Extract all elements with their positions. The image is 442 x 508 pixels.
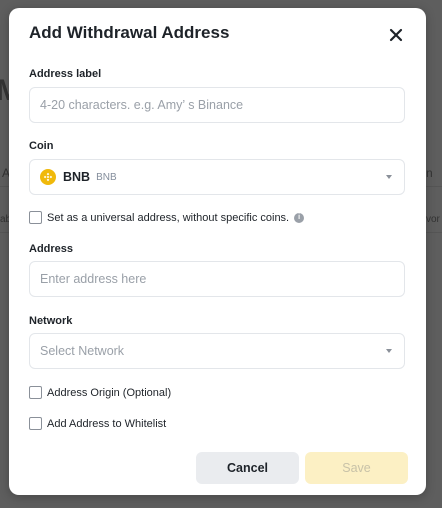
- address-origin-text: Address Origin (Optional): [47, 386, 172, 399]
- bnb-coin-icon: [40, 169, 56, 185]
- address-origin-option[interactable]: Address Origin (Optional): [29, 386, 171, 399]
- network-select[interactable]: Select Network: [29, 333, 405, 369]
- chevron-down-icon: [386, 349, 392, 353]
- address-field[interactable]: [29, 261, 405, 297]
- address-label: Address: [29, 243, 74, 255]
- address-label-input[interactable]: [30, 98, 404, 112]
- modal-title: Add Withdrawal Address: [29, 23, 230, 42]
- close-button[interactable]: [385, 24, 407, 46]
- address-label-label: Address label: [29, 68, 102, 80]
- background-text: vor: [426, 214, 440, 225]
- coin-select[interactable]: BNB BNB: [29, 159, 405, 195]
- coin-symbol: BNB: [63, 170, 91, 184]
- cancel-button[interactable]: Cancel: [196, 452, 299, 484]
- network-placeholder: Select Network: [40, 344, 125, 358]
- whitelist-text: Add Address to Whitelist: [47, 417, 167, 430]
- universal-address-checkbox[interactable]: [29, 211, 42, 224]
- add-withdrawal-address-modal: Add Withdrawal Address Address label Coi…: [9, 8, 426, 495]
- close-icon: [389, 28, 403, 42]
- save-button[interactable]: Save: [305, 452, 408, 484]
- network-label: Network: [29, 315, 73, 327]
- whitelist-checkbox[interactable]: [29, 417, 42, 430]
- address-input[interactable]: [30, 272, 404, 286]
- address-label-field[interactable]: [29, 87, 405, 123]
- universal-address-option[interactable]: Set as a universal address, without spec…: [29, 211, 305, 224]
- universal-address-text: Set as a universal address, without spec…: [47, 211, 290, 224]
- whitelist-option[interactable]: Add Address to Whitelist: [29, 417, 166, 430]
- chevron-down-icon: [386, 175, 392, 179]
- address-origin-checkbox[interactable]: [29, 386, 42, 399]
- info-icon[interactable]: i: [294, 212, 305, 223]
- coin-name: BNB: [96, 171, 117, 183]
- background-text: n: [426, 166, 433, 180]
- coin-label: Coin: [29, 140, 54, 152]
